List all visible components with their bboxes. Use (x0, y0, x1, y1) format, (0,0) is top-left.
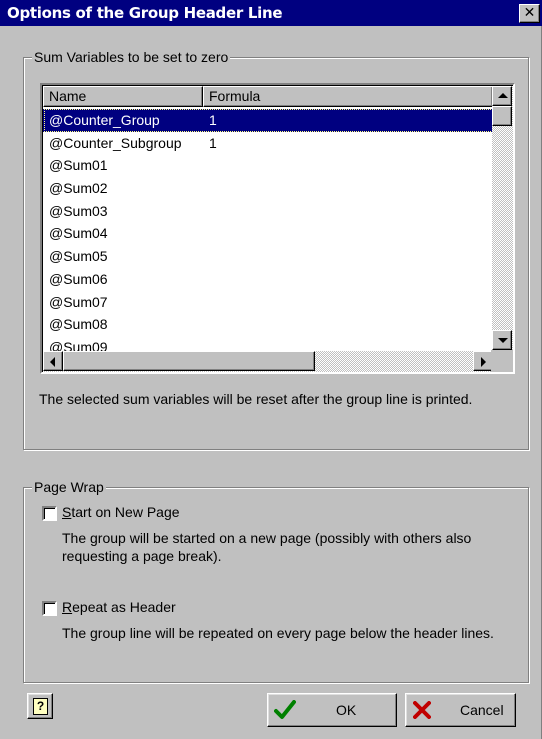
list-row[interactable]: @Sum04 (43, 222, 493, 245)
start-new-page-label[interactable]: Start on New Page (62, 504, 180, 520)
row-formula-cell: 1 (209, 134, 217, 151)
list-rows: @Counter_Group 1 @Counter_Subgroup 1 @Sum01 @… (43, 109, 493, 359)
row-name-cell: @Sum02 (49, 180, 108, 197)
arrow-right-icon (481, 357, 486, 367)
ok-button[interactable]: OK (267, 693, 397, 727)
list-row[interactable]: @Sum06 (43, 268, 493, 291)
arrow-left-icon (50, 357, 55, 367)
page-wrap-legend: Page Wrap (32, 479, 106, 495)
start-new-page-mnemonic: S (62, 504, 72, 520)
title-bar[interactable]: Options of the Group Header Line ✕ (0, 0, 542, 26)
repeat-header-description: The group line will be repeated on every… (62, 625, 494, 641)
sum-variables-legend: Sum Variables to be set to zero (32, 49, 231, 65)
list-row[interactable]: @Sum07 (43, 291, 493, 314)
row-name-cell: @Sum05 (49, 248, 108, 265)
ok-label: OK (336, 702, 357, 718)
help-icon: ? (33, 698, 48, 715)
horizontal-scrollbar[interactable] (43, 351, 493, 372)
row-name-cell: @Counter_Group (49, 112, 160, 128)
repeat-header-label[interactable]: Repeat as Header (62, 599, 176, 615)
row-formula-cell: 1 (209, 112, 217, 128)
checkmark-icon (274, 700, 296, 719)
list-row[interactable]: @Counter_Group 1 (43, 109, 493, 132)
sum-variables-note: The selected sum variables will be reset… (39, 391, 473, 407)
list-row[interactable]: @Sum08 (43, 313, 493, 336)
list-row[interactable]: @Sum02 (43, 177, 493, 200)
repeat-header-label-rest: epeat as Header (72, 599, 176, 615)
list-row[interactable]: @Counter_Subgroup 1 (43, 132, 493, 155)
close-icon: ✕ (523, 5, 536, 21)
list-row[interactable]: @Sum01 (43, 154, 493, 177)
help-button[interactable]: ? (27, 693, 53, 719)
repeat-header-checkbox[interactable] (42, 601, 57, 616)
list-row[interactable]: @Sum05 (43, 245, 493, 268)
vertical-scroll-thumb[interactable] (492, 106, 512, 126)
row-name-cell: @Sum07 (49, 293, 108, 310)
column-header-formula[interactable]: Formula (203, 86, 493, 107)
row-name-cell: @Sum03 (49, 202, 108, 219)
cancel-label: Cancel (460, 702, 504, 718)
row-name-cell: @Counter_Subgroup (49, 134, 182, 151)
list-row[interactable]: @Sum03 (43, 200, 493, 223)
scrollbar-corner (491, 350, 513, 372)
row-name-cell: @Sum06 (49, 270, 108, 287)
list-header: Name Formula (43, 86, 493, 108)
options-dialog: Options of the Group Header Line ✕ Sum V… (0, 0, 542, 739)
row-name-cell: @Sum04 (49, 225, 108, 242)
scroll-left-button[interactable] (43, 351, 63, 371)
scroll-up-button[interactable] (492, 86, 512, 106)
start-new-page-description-1: The group will be started on a new page … (62, 530, 472, 546)
start-new-page-checkbox[interactable] (42, 506, 57, 521)
arrow-down-icon (498, 338, 508, 343)
scroll-right-button[interactable] (473, 351, 493, 371)
scroll-down-button[interactable] (492, 330, 512, 350)
cancel-x-icon (413, 701, 431, 719)
row-name-cell: @Sum08 (49, 316, 108, 333)
start-new-page-description-2: requesting a page break). (62, 548, 222, 564)
close-button[interactable]: ✕ (519, 4, 540, 23)
sum-variables-list[interactable]: Name Formula @Counter_Group 1 @Counter_Sub… (40, 83, 515, 374)
horizontal-scroll-thumb[interactable] (63, 351, 315, 371)
dialog-title: Options of the Group Header Line (7, 4, 283, 22)
arrow-up-icon (498, 93, 508, 98)
cancel-button[interactable]: Cancel (405, 693, 516, 727)
start-new-page-label-rest: tart on New Page (71, 504, 180, 520)
column-header-name[interactable]: Name (43, 86, 203, 107)
row-name-cell: @Sum01 (49, 157, 108, 174)
repeat-header-mnemonic: R (62, 599, 73, 615)
vertical-scrollbar[interactable] (492, 86, 513, 350)
